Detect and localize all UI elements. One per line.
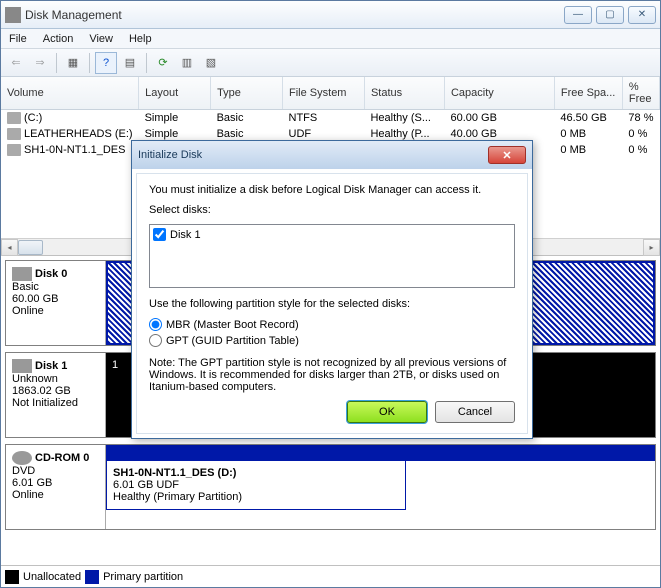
separator [89, 53, 90, 73]
col-capacity[interactable]: Capacity [444, 77, 554, 110]
back-button: ⇐ [5, 52, 27, 74]
close-button[interactable]: ✕ [628, 6, 656, 24]
separator [146, 53, 147, 73]
maximize-button[interactable]: ▢ [596, 6, 624, 24]
select-disks-label: Select disks: [149, 204, 515, 216]
swatch-primary [85, 570, 99, 584]
col-layout[interactable]: Layout [139, 77, 211, 110]
volume-icon [7, 112, 21, 124]
col-type[interactable]: Type [211, 77, 283, 110]
scroll-right-button[interactable]: ▸ [643, 239, 660, 256]
dialog-titlebar[interactable]: Initialize Disk ✕ [132, 141, 532, 169]
forward-button: ⇒ [29, 52, 51, 74]
minimize-button[interactable]: — [564, 6, 592, 24]
swatch-unallocated [5, 570, 19, 584]
legend: Unallocated Primary partition [1, 565, 660, 587]
toolbar-btn-4[interactable]: ▧ [200, 52, 222, 74]
refresh-icon[interactable]: ⟳ [152, 52, 174, 74]
dialog-message: You must initialize a disk before Logica… [149, 184, 515, 196]
menu-action[interactable]: Action [43, 33, 74, 45]
table-row[interactable]: (C:) SimpleBasicNTFSHealthy (S...60.00 G… [1, 110, 660, 127]
menu-view[interactable]: View [89, 33, 113, 45]
titlebar[interactable]: Disk Management — ▢ ✕ [1, 1, 660, 29]
volume-icon [7, 144, 21, 156]
gpt-note: Note: The GPT partition style is not rec… [149, 357, 515, 393]
disk1-checkbox-row[interactable]: Disk 1 [153, 228, 511, 241]
dialog-close-button[interactable]: ✕ [488, 146, 526, 164]
mbr-radio[interactable] [149, 318, 162, 331]
scroll-left-button[interactable]: ◂ [1, 239, 18, 256]
separator [56, 53, 57, 73]
menu-help[interactable]: Help [129, 33, 152, 45]
col-volume[interactable]: Volume [1, 77, 139, 110]
gpt-radio-row[interactable]: GPT (GUID Partition Table) [149, 334, 515, 347]
ok-button[interactable]: OK [347, 401, 427, 423]
toolbar: ⇐ ⇒ ▦ ? ▤ ⟳ ▥ ▧ [1, 49, 660, 77]
cancel-button[interactable]: Cancel [435, 401, 515, 423]
mbr-radio-row[interactable]: MBR (Master Boot Record) [149, 318, 515, 331]
disk1-checkbox[interactable] [153, 228, 166, 241]
toolbar-btn-1[interactable]: ▦ [62, 52, 84, 74]
scroll-thumb[interactable] [18, 240, 43, 255]
disk-icon [12, 267, 32, 281]
menubar: File Action View Help [1, 29, 660, 49]
disk-management-window: Disk Management — ▢ ✕ File Action View H… [0, 0, 661, 588]
col-free[interactable]: Free Spa... [554, 77, 622, 110]
menu-file[interactable]: File [9, 33, 27, 45]
disk-row-cd[interactable]: CD-ROM 0 DVD 6.01 GB Online SH1-0N-NT1.1… [5, 444, 656, 530]
volume-icon [7, 128, 21, 140]
col-fs[interactable]: File System [283, 77, 365, 110]
col-status[interactable]: Status [364, 77, 444, 110]
initialize-disk-dialog: Initialize Disk ✕ You must initialize a … [131, 140, 533, 439]
partition-style-label: Use the following partition style for th… [149, 298, 515, 310]
disk-icon [12, 359, 32, 373]
disk-selection-list[interactable]: Disk 1 [149, 224, 515, 288]
gpt-radio[interactable] [149, 334, 162, 347]
window-title: Disk Management [25, 8, 564, 22]
col-pctfree[interactable]: % Free [622, 77, 659, 110]
toolbar-btn-2[interactable]: ▤ [119, 52, 141, 74]
app-icon [5, 7, 21, 23]
help-icon[interactable]: ? [95, 52, 117, 74]
toolbar-btn-3[interactable]: ▥ [176, 52, 198, 74]
cd-icon [12, 451, 32, 465]
